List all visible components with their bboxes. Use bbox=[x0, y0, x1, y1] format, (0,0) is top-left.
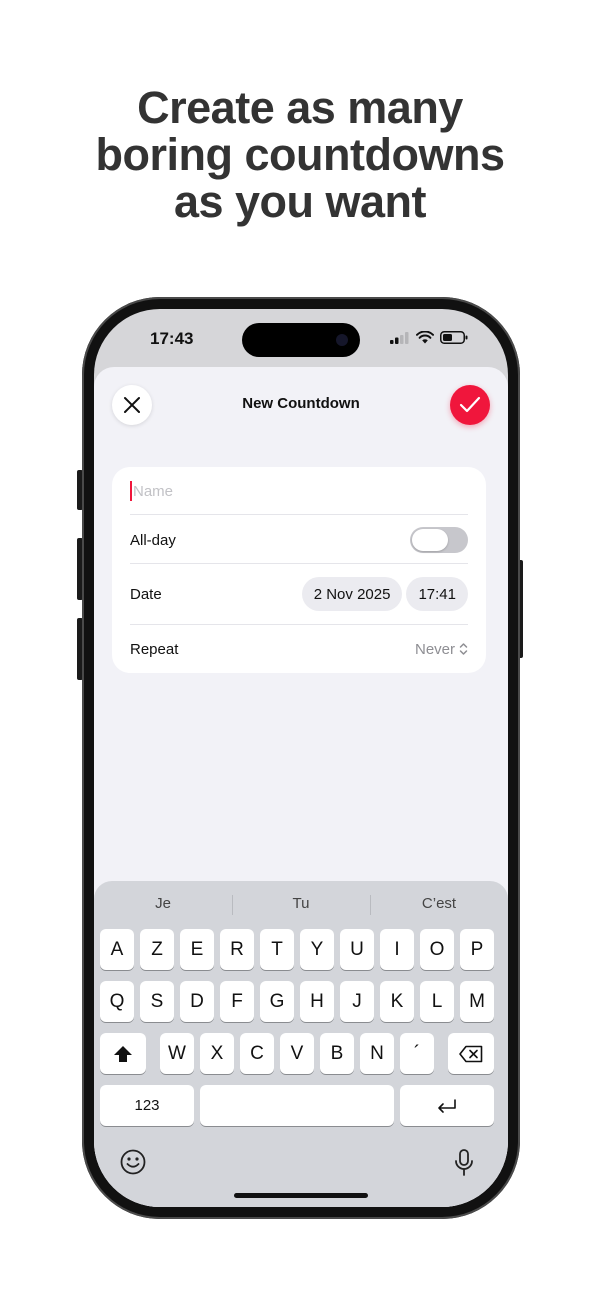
numbers-key[interactable]: 123 bbox=[100, 1085, 194, 1126]
key[interactable]: S bbox=[140, 981, 174, 1022]
key[interactable]: D bbox=[180, 981, 214, 1022]
date-label: Date bbox=[130, 585, 162, 603]
headline-line-3: as you want bbox=[173, 176, 427, 227]
key[interactable]: U bbox=[340, 929, 374, 970]
key[interactable]: C bbox=[240, 1033, 274, 1074]
repeat-row: Repeat Never bbox=[130, 637, 468, 661]
emoji-icon[interactable] bbox=[120, 1149, 146, 1175]
key[interactable]: P bbox=[460, 929, 494, 970]
headline-line-2: boring countdowns bbox=[95, 129, 505, 180]
key[interactable]: G bbox=[260, 981, 294, 1022]
key[interactable]: Q bbox=[100, 981, 134, 1022]
wifi-icon bbox=[416, 331, 434, 344]
key[interactable]: K bbox=[380, 981, 414, 1022]
all-day-toggle[interactable] bbox=[410, 527, 468, 553]
checkmark-icon bbox=[459, 396, 481, 413]
name-input[interactable] bbox=[133, 482, 433, 500]
toggle-knob bbox=[412, 529, 448, 551]
divider bbox=[130, 514, 468, 515]
dynamic-island bbox=[242, 323, 360, 357]
date-picker-button[interactable]: 2 Nov 2025 bbox=[301, 577, 403, 611]
key[interactable]: F bbox=[220, 981, 254, 1022]
sheet-title: New Countdown bbox=[242, 395, 360, 412]
microphone-icon[interactable] bbox=[454, 1149, 474, 1177]
camera-icon bbox=[336, 334, 348, 346]
return-key[interactable] bbox=[400, 1085, 494, 1126]
key[interactable]: Z bbox=[140, 929, 174, 970]
shift-icon bbox=[114, 1045, 132, 1062]
key[interactable]: R bbox=[220, 929, 254, 970]
all-day-label: All-day bbox=[130, 531, 176, 549]
all-day-row: All-day bbox=[130, 527, 468, 553]
return-icon bbox=[438, 1098, 456, 1113]
space-key[interactable] bbox=[200, 1085, 394, 1126]
key[interactable]: V bbox=[280, 1033, 314, 1074]
home-indicator bbox=[234, 1193, 368, 1198]
date-row: Date 2 Nov 2025 17:41 bbox=[130, 577, 468, 611]
repeat-label: Repeat bbox=[130, 640, 179, 658]
key[interactable]: X bbox=[200, 1033, 234, 1074]
time-picker-button[interactable]: 17:41 bbox=[406, 577, 468, 611]
suggestion-item[interactable]: C’est bbox=[370, 889, 508, 919]
status-time: 17:43 bbox=[150, 329, 194, 348]
key[interactable]: H bbox=[300, 981, 334, 1022]
key[interactable]: M bbox=[460, 981, 494, 1022]
text-cursor bbox=[130, 481, 132, 501]
countdown-form-card: All-day Date 2 Nov 2025 17:41 Repeat Nev… bbox=[112, 467, 486, 673]
key[interactable]: W bbox=[160, 1033, 194, 1074]
key[interactable]: B bbox=[320, 1033, 354, 1074]
chevron-up-down-icon bbox=[459, 643, 468, 655]
key[interactable]: Y bbox=[300, 929, 334, 970]
status-bar: 17:43 bbox=[94, 309, 508, 369]
key[interactable]: I bbox=[380, 929, 414, 970]
headline: Create as many boring countdowns as you … bbox=[0, 84, 600, 225]
suggestion-item[interactable]: Je bbox=[94, 889, 232, 919]
phone-frame: 17:43 New Countdown Name All-day Date 2 … bbox=[82, 297, 520, 1219]
key[interactable]: L bbox=[420, 981, 454, 1022]
key[interactable]: T bbox=[260, 929, 294, 970]
key[interactable]: N bbox=[360, 1033, 394, 1074]
cellular-signal-icon bbox=[390, 331, 409, 344]
status-icons bbox=[390, 331, 468, 344]
key[interactable]: A bbox=[100, 929, 134, 970]
keyboard: Je Tu C’est A Z E R T Y U I O P Q S D F … bbox=[94, 881, 508, 1207]
key[interactable]: E bbox=[180, 929, 214, 970]
repeat-selector[interactable]: Never bbox=[415, 641, 468, 658]
divider bbox=[130, 624, 468, 625]
confirm-button[interactable] bbox=[450, 385, 490, 425]
backspace-icon bbox=[459, 1045, 483, 1062]
suggestion-bar: Je Tu C’est bbox=[94, 889, 508, 919]
headline-line-1: Create as many bbox=[137, 82, 463, 133]
name-row bbox=[130, 479, 468, 503]
phone-screen: 17:43 New Countdown Name All-day Date 2 … bbox=[94, 309, 508, 1207]
shift-key[interactable] bbox=[100, 1033, 146, 1074]
battery-icon bbox=[440, 331, 468, 344]
delete-key[interactable] bbox=[448, 1033, 494, 1074]
suggestion-item[interactable]: Tu bbox=[232, 889, 370, 919]
divider bbox=[130, 563, 468, 564]
accent-key[interactable]: ´ bbox=[400, 1033, 434, 1074]
key[interactable]: O bbox=[420, 929, 454, 970]
key[interactable]: J bbox=[340, 981, 374, 1022]
repeat-value: Never bbox=[414, 640, 455, 658]
